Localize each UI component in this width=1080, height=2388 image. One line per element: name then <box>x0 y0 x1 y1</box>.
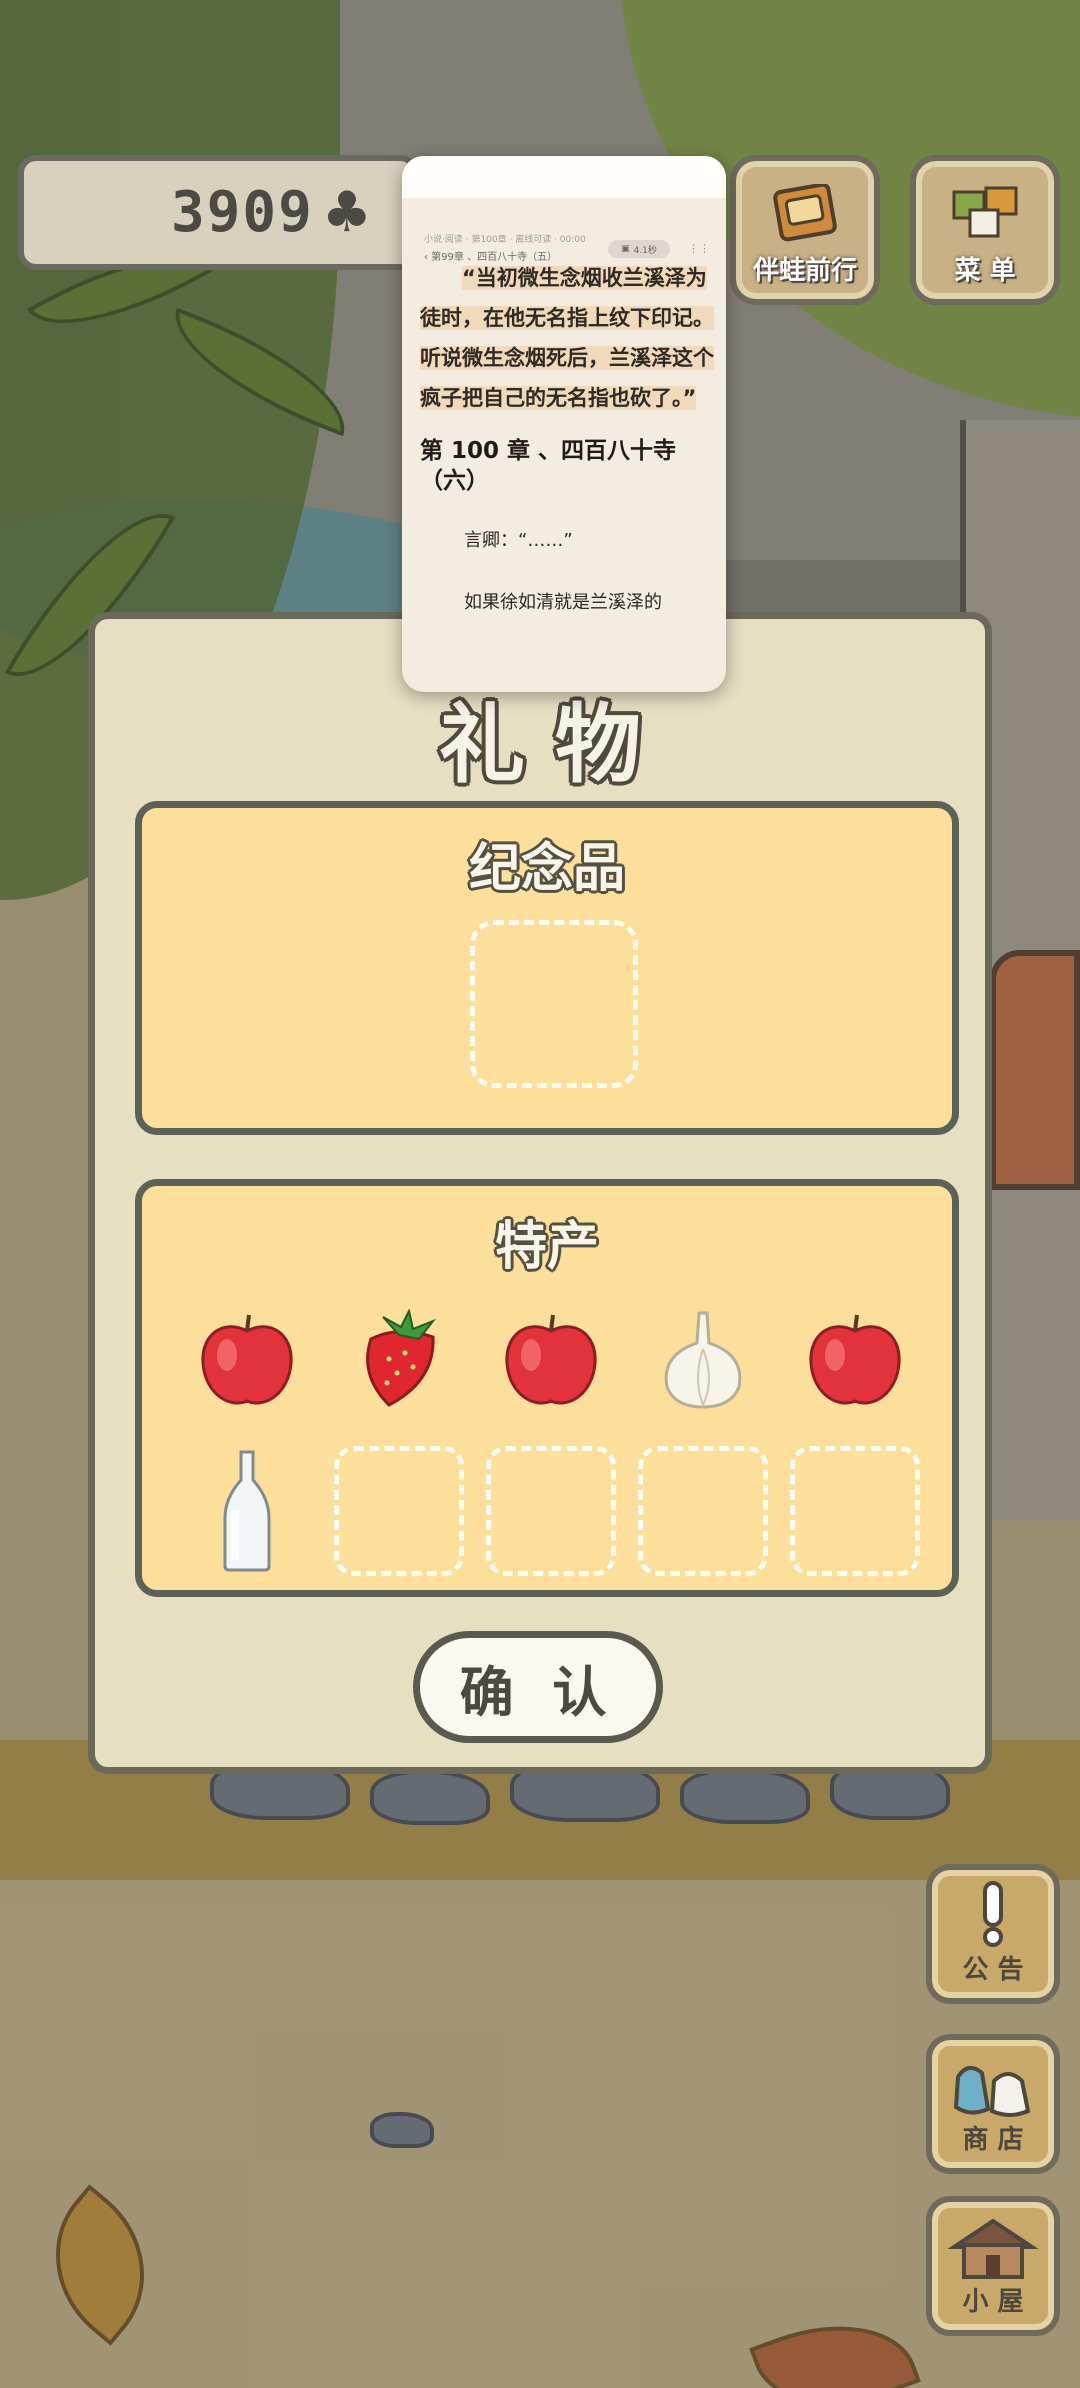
timer-icon: ▣ <box>621 244 630 254</box>
glass-bottle-icon <box>223 1450 271 1572</box>
menu-button[interactable]: 菜 单 <box>910 155 1060 305</box>
clover-count: 3909 <box>170 180 314 245</box>
travel-with-frog-button[interactable]: 伴蛙前行 <box>730 155 880 305</box>
body-line: 如果徐如清就是兰溪泽的 <box>464 592 662 613</box>
floating-reader-window[interactable]: 小说·阅读 · 第100章 · 离线可读 · 00:00 ‹ 第99章 、四百八… <box>402 156 726 692</box>
confirm-button[interactable]: 确 认 <box>413 1631 663 1743</box>
apple-item[interactable] <box>182 1296 312 1426</box>
announcement-button[interactable]: 公 告 <box>926 1864 1060 2004</box>
highlighted-paragraph: “当初微生念烟收兰溪泽为徒时，在他无名指上纹下印记。听说微生念烟死后，兰溪泽这个… <box>420 258 716 418</box>
reader-content: “当初微生念烟收兰溪泽为徒时，在他无名指上纹下印记。听说微生念烟死后，兰溪泽这个… <box>420 258 716 614</box>
garlic-item[interactable] <box>638 1296 768 1426</box>
apple-icon <box>809 1314 901 1405</box>
house-button[interactable]: 小 屋 <box>926 2196 1060 2336</box>
specialty-panel: 特产 <box>135 1179 959 1597</box>
apple-item[interactable] <box>790 1296 920 1426</box>
menu-label: 菜 单 <box>954 256 1016 286</box>
shop-bag-icon <box>953 2065 1031 2117</box>
announcement-label: 公 告 <box>962 1955 1024 1985</box>
strawberry-item[interactable] <box>334 1296 464 1426</box>
timer-label: 4.1秒 <box>633 245 657 256</box>
souvenir-title: 纪念品 <box>468 839 625 899</box>
bottle-item[interactable] <box>182 1446 312 1576</box>
dialog-title: 礼 物 <box>439 695 641 795</box>
shop-button[interactable]: 商 店 <box>926 2034 1060 2174</box>
house-label: 小 屋 <box>962 2287 1024 2317</box>
apple-icon <box>505 1314 597 1405</box>
souvenir-slot[interactable] <box>470 920 638 1088</box>
reader-title-bar[interactable] <box>402 156 726 198</box>
menu-icon <box>952 186 1018 238</box>
apple-icon <box>201 1314 293 1405</box>
garlic-icon <box>664 1311 742 1409</box>
souvenir-panel: 纪念品 <box>135 801 959 1135</box>
specialty-title: 特产 <box>494 1217 599 1277</box>
chapter-heading: 第 100 章 、四百八十寺（六） <box>420 438 677 494</box>
house-icon <box>948 2218 1038 2279</box>
dialogue-line: 言卿：“……” <box>464 530 573 551</box>
empty-specialty-slot[interactable] <box>334 1446 464 1576</box>
apple-item[interactable] <box>486 1296 616 1426</box>
gift-dialog: 礼 物 纪念品 特产 确 认 <box>88 612 992 1774</box>
travel-with-frog-label: 伴蛙前行 <box>752 256 857 286</box>
reader-timer-pill[interactable]: ▣ 4.1秒 <box>608 240 670 258</box>
shop-label: 商 店 <box>962 2125 1024 2155</box>
clover-icon: ♣ <box>321 180 372 245</box>
journal-icon <box>773 184 837 242</box>
highlight-text: “当初微生念烟收兰溪泽为徒时，在他无名指上纹下印记。听说微生念烟死后，兰溪泽这个… <box>420 266 714 410</box>
more-options-icon[interactable]: ⋮⋮ <box>688 242 710 255</box>
strawberry-icon <box>366 1309 437 1407</box>
empty-specialty-slot[interactable] <box>486 1446 616 1576</box>
clover-counter: 3909 ♣ <box>18 155 418 270</box>
empty-specialty-slot[interactable] <box>638 1446 768 1576</box>
empty-specialty-slot[interactable] <box>790 1446 920 1576</box>
reader-status-line: 小说·阅读 · 第100章 · 离线可读 · 00:00 <box>424 235 586 245</box>
exclamation-icon <box>983 1881 1003 1947</box>
